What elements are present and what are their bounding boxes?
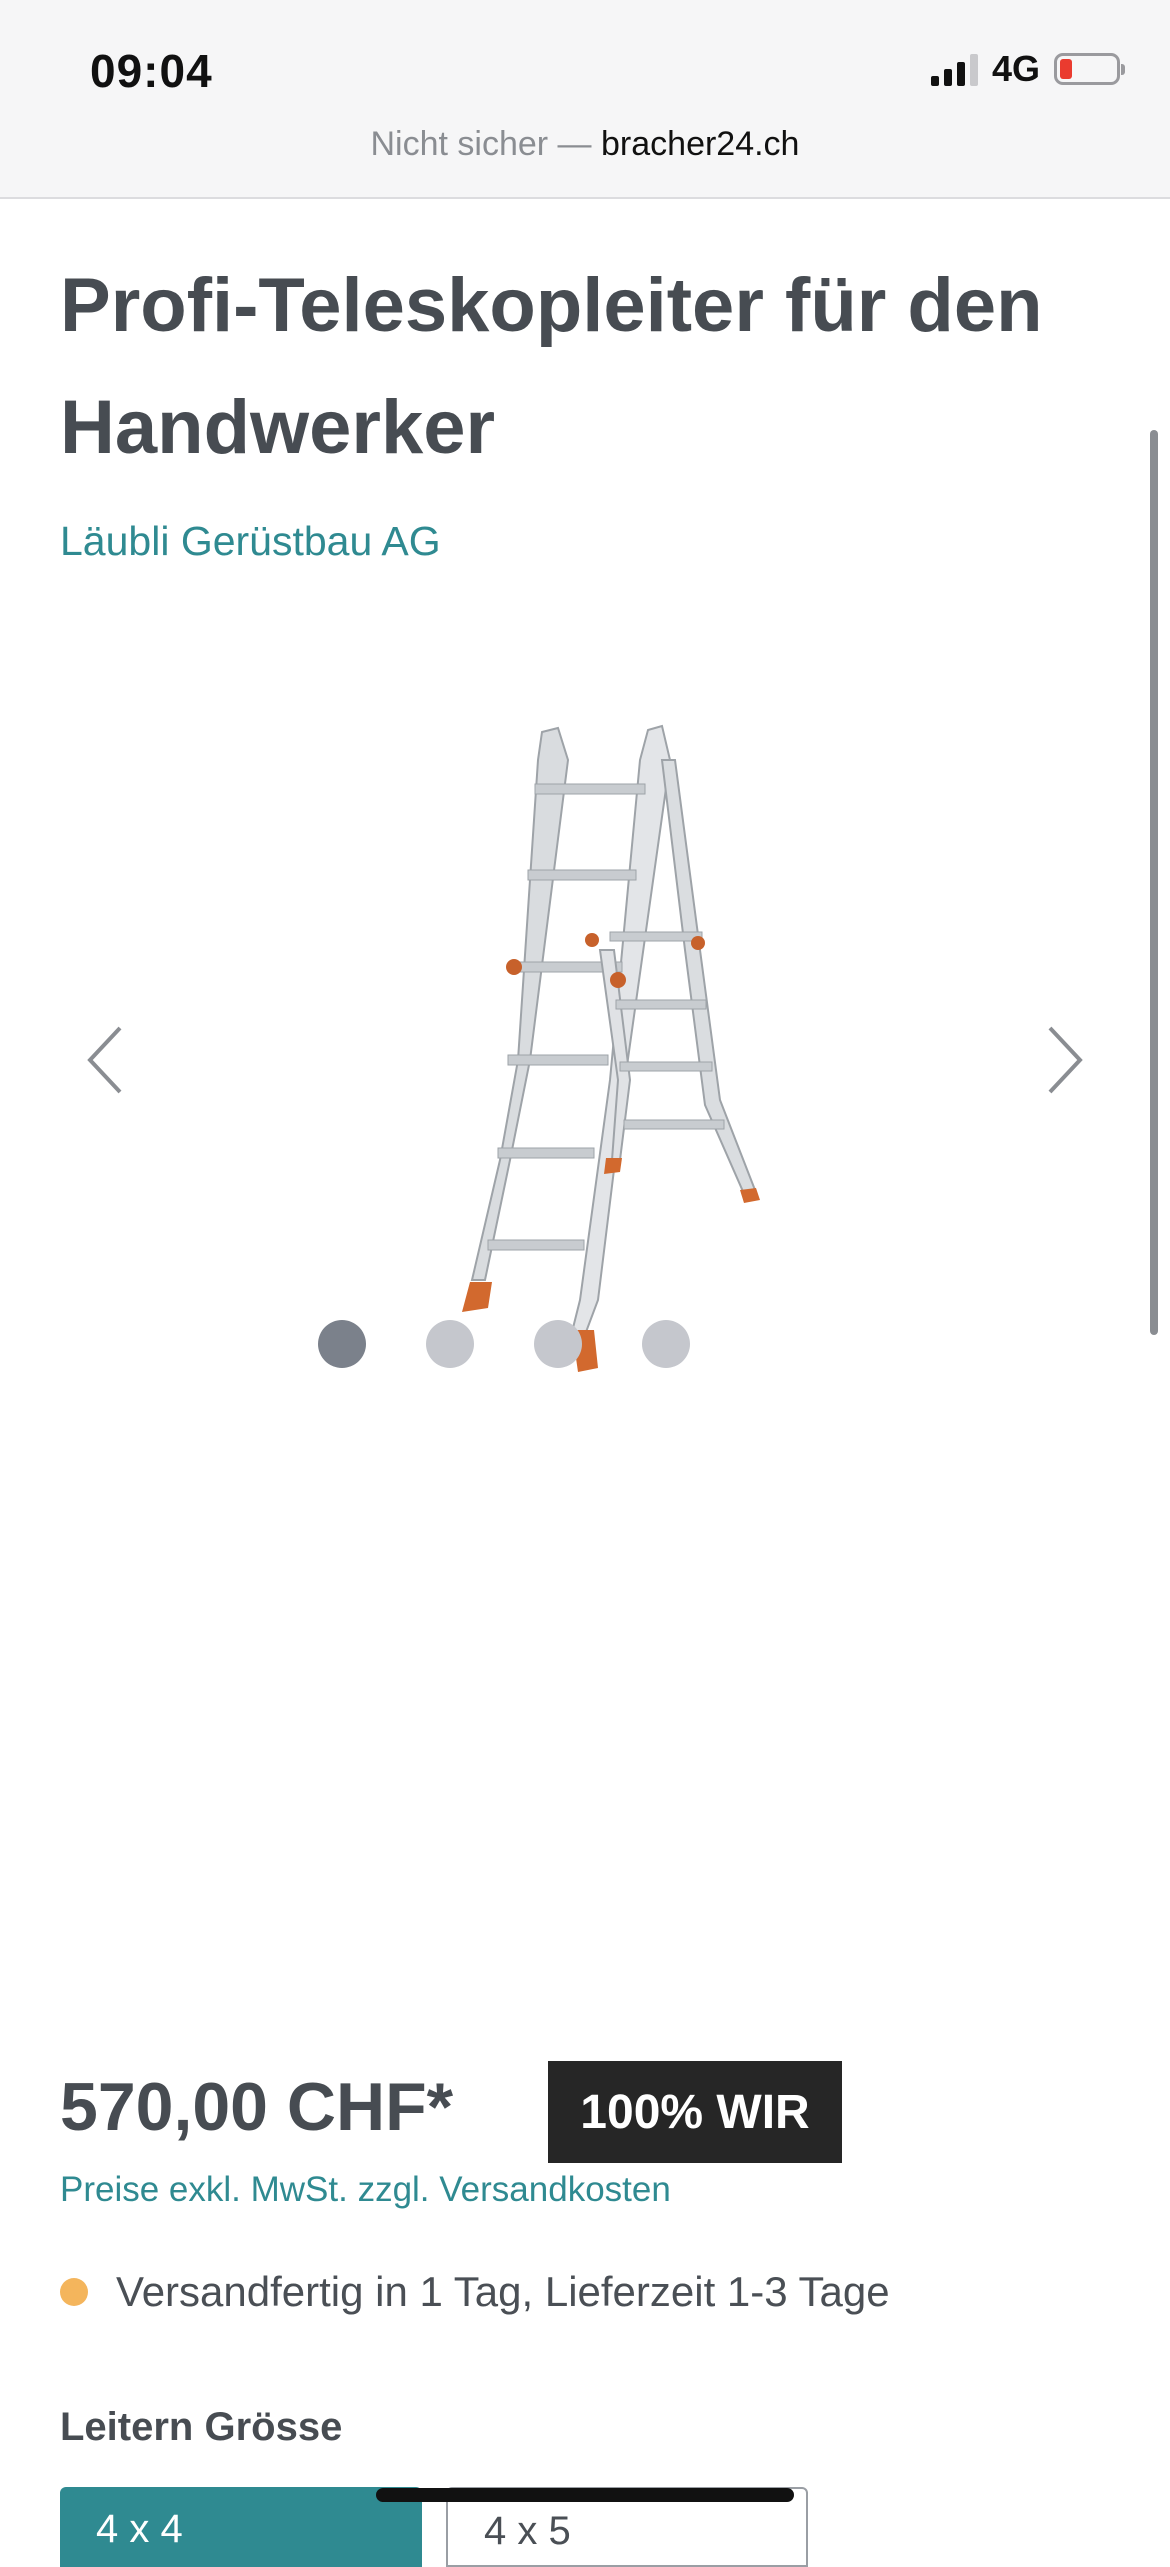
scrollbar[interactable] bbox=[1150, 430, 1158, 1335]
delivery-text: Versandfertig in 1 Tag, Lieferzeit 1-3 T… bbox=[116, 2268, 890, 2315]
url-domain: bracher24.ch bbox=[601, 125, 800, 163]
size-label: Leitern Grösse bbox=[60, 2405, 343, 2449]
manufacturer-link[interactable]: Läubli Gerüstbau AG bbox=[60, 518, 441, 565]
wir-badge: 100% WIR bbox=[548, 2061, 842, 2163]
product-title: Profi-Teleskopleiter für den Handwerker bbox=[60, 263, 1043, 470]
ladder-image bbox=[462, 724, 760, 1372]
gallery-dot-1[interactable] bbox=[318, 1320, 366, 1368]
chevron-right-icon bbox=[1048, 1026, 1083, 1094]
product-price: 570,00 CHF* bbox=[60, 2069, 454, 2145]
chevron-left-icon bbox=[87, 1026, 122, 1094]
delivery-status-icon bbox=[60, 2278, 88, 2306]
browser-top-bar: 09:04 4G Nicht sicher — bracher24.ch bbox=[0, 0, 1170, 199]
home-indicator[interactable] bbox=[376, 2488, 794, 2502]
gallery-dots bbox=[318, 1320, 690, 1368]
delivery-info: Versandfertig in 1 Tag, Lieferzeit 1-3 T… bbox=[60, 2268, 890, 2316]
gallery-dot-3[interactable] bbox=[534, 1320, 582, 1368]
status-time: 09:04 bbox=[90, 45, 213, 97]
network-type: 4G bbox=[991, 48, 1040, 89]
signal-icon bbox=[930, 52, 978, 86]
size-option-4x4[interactable]: 4 x 4 bbox=[60, 2487, 422, 2567]
gallery-next-button[interactable] bbox=[1032, 1020, 1092, 1100]
status-icons: 4G bbox=[930, 48, 1125, 90]
gallery-dot-2[interactable] bbox=[426, 1320, 474, 1368]
url-bar[interactable]: Nicht sicher — bracher24.ch bbox=[0, 125, 1170, 164]
insecure-label: Nicht sicher — bbox=[370, 125, 592, 163]
battery-icon bbox=[1054, 53, 1125, 85]
gallery-prev-button[interactable] bbox=[78, 1020, 138, 1100]
gallery-dot-4[interactable] bbox=[642, 1320, 690, 1368]
shipping-costs-link[interactable]: Preise exkl. MwSt. zzgl. Versandkosten bbox=[60, 2170, 671, 2210]
product-gallery bbox=[0, 700, 1170, 1420]
